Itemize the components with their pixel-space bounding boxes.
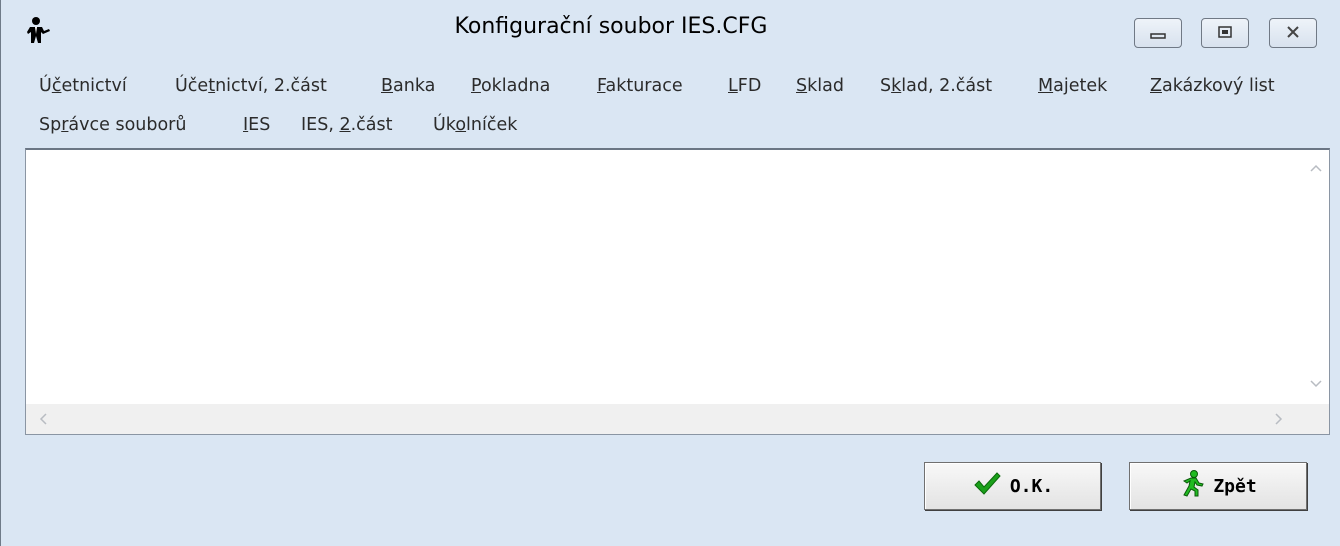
- menu-accelerator: S: [796, 76, 808, 96]
- menu-label: klad: [807, 76, 844, 96]
- menu-pokladna[interactable]: Pokladna: [471, 76, 550, 96]
- menu-ies-2[interactable]: IES, 2.část: [301, 115, 392, 135]
- menu-ucetnictvi[interactable]: Účetnictví: [39, 76, 127, 96]
- minimize-button[interactable]: [1134, 18, 1182, 48]
- menu-label: S: [880, 76, 892, 96]
- menu-accelerator: L: [728, 76, 738, 96]
- menu-label: ajetek: [1053, 76, 1108, 96]
- menu-ies[interactable]: IES: [243, 115, 270, 135]
- menu-sklad[interactable]: Sklad: [796, 76, 844, 96]
- menu-label: akturace: [605, 76, 683, 96]
- menu-label: lníček: [466, 115, 518, 135]
- menu-label: ES: [248, 115, 271, 135]
- menu-bar: Účetnictví Účetnictví, 2.část Banka Pokl…: [39, 72, 1329, 140]
- menu-accelerator: B: [381, 76, 394, 96]
- title-bar[interactable]: Konfigurační soubor IES.CFG: [1, 0, 1340, 62]
- ok-label: O.K.: [1009, 475, 1054, 497]
- scroll-left-icon[interactable]: [38, 412, 48, 429]
- menu-label: .část: [350, 115, 393, 135]
- menu-fakturace[interactable]: Fakturace: [597, 76, 683, 96]
- running-man-icon: [1179, 469, 1205, 503]
- menu-sklad-2[interactable]: Sklad, 2.část: [880, 76, 992, 96]
- scroll-right-icon[interactable]: [1274, 412, 1284, 429]
- menu-banka[interactable]: Banka: [381, 76, 435, 96]
- menu-label: FD: [737, 76, 762, 96]
- menu-label: etnictví: [61, 76, 127, 96]
- menu-ukolnicek[interactable]: Úkolníček: [433, 115, 517, 135]
- back-label: Zpět: [1213, 475, 1257, 497]
- menu-accelerator: M: [1038, 76, 1054, 96]
- menu-label: Sp: [39, 115, 62, 135]
- content-area[interactable]: [25, 148, 1330, 435]
- menu-label: Ú: [39, 76, 52, 96]
- scroll-up-icon[interactable]: [1309, 160, 1323, 176]
- ok-button[interactable]: O.K.: [924, 462, 1101, 510]
- close-button[interactable]: [1269, 18, 1317, 48]
- config-window: Konfigurační soubor IES.CFG Účetnictví Ú…: [0, 0, 1340, 546]
- checkmark-icon: [972, 471, 1002, 502]
- menu-label: nictví, 2.část: [215, 76, 327, 96]
- maximize-button[interactable]: [1201, 18, 1249, 48]
- menu-lfd[interactable]: LFD: [728, 76, 761, 96]
- vertical-scrollbar[interactable]: [1303, 150, 1329, 407]
- menu-accelerator: o: [455, 115, 467, 135]
- menu-label: Úče: [175, 76, 209, 96]
- scroll-down-icon[interactable]: [1309, 376, 1323, 392]
- menu-label: Úk: [433, 115, 456, 135]
- menu-label: akázkový list: [1162, 76, 1275, 96]
- menu-accelerator: 2: [339, 115, 351, 135]
- menu-label: okladna: [480, 76, 551, 96]
- minimize-icon: [1150, 24, 1166, 43]
- menu-label: anka: [393, 76, 436, 96]
- menu-label: lad, 2.část: [901, 76, 993, 96]
- close-icon: [1285, 24, 1301, 43]
- menu-accelerator: Z: [1150, 76, 1162, 96]
- menu-label: IES,: [301, 115, 340, 135]
- menu-accelerator: P: [471, 76, 481, 96]
- horizontal-scrollbar[interactable]: [26, 404, 1303, 434]
- menu-accelerator: č: [51, 76, 62, 96]
- scrollbar-corner: [1303, 404, 1329, 434]
- menu-spravce-souboru[interactable]: Správce souborů: [39, 115, 186, 135]
- menu-zakazkovy-list[interactable]: Zakázkový list: [1150, 76, 1275, 96]
- menu-majetek[interactable]: Majetek: [1038, 76, 1107, 96]
- menu-label: ávce souborů: [68, 115, 187, 135]
- back-button[interactable]: Zpět: [1129, 462, 1307, 510]
- menu-ucetnictvi-2[interactable]: Účetnictví, 2.část: [175, 76, 327, 96]
- window-title: Konfigurační soubor IES.CFG: [454, 14, 768, 39]
- menu-accelerator: k: [891, 76, 902, 96]
- maximize-icon: [1217, 24, 1233, 43]
